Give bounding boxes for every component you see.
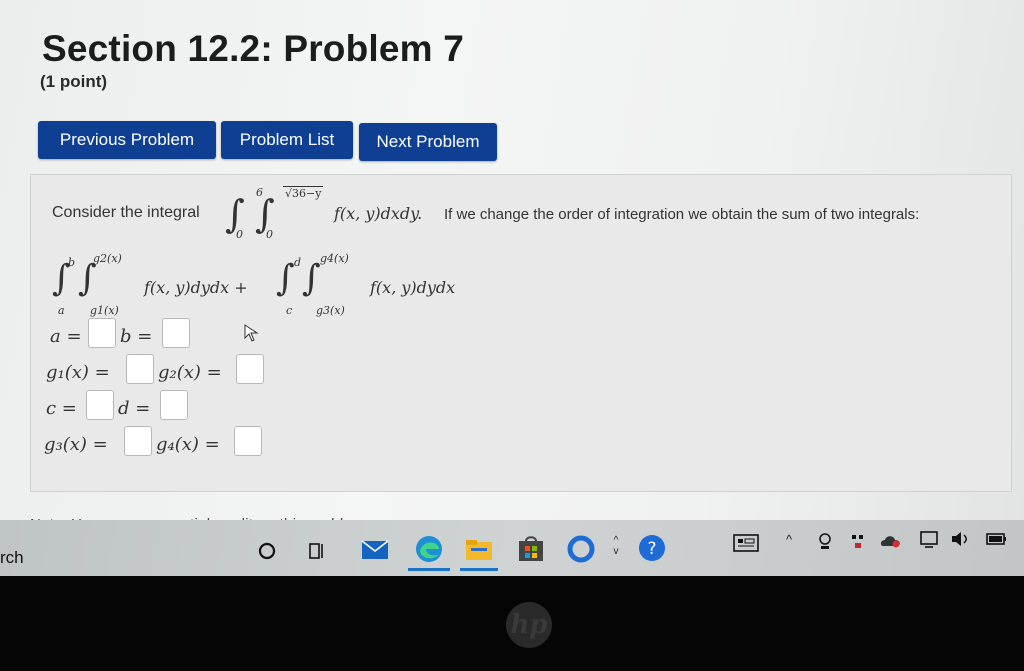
mail-icon[interactable] xyxy=(360,536,390,564)
volume-icon[interactable] xyxy=(950,528,972,550)
inner-upper-limit: √36−y xyxy=(283,186,324,200)
label-g3: g₃(x) = xyxy=(44,434,108,455)
answer-g4-input[interactable] xyxy=(234,426,262,456)
edge-active-indicator xyxy=(408,568,450,571)
problem-list-button[interactable]: Problem List xyxy=(221,121,353,159)
sum-second-inner-integral: ∫ xyxy=(302,258,321,299)
previous-problem-button[interactable]: Previous Problem xyxy=(38,121,216,159)
camera-icon[interactable] xyxy=(816,530,834,552)
screen: Section 12.2: Problem 7 (1 point) Previo… xyxy=(0,0,1024,576)
sum-second-lower: c xyxy=(286,304,293,317)
label-g1: g₁(x) = xyxy=(46,362,110,383)
chevron-up-icon[interactable]: ^ xyxy=(786,532,792,547)
label-g4: g₄(x) = xyxy=(156,434,220,455)
taskbar xyxy=(0,520,1024,576)
sum-second-inner-upper: g4(x) xyxy=(320,252,349,265)
hp-logo: hp xyxy=(506,602,552,648)
battery-icon[interactable] xyxy=(986,528,1008,550)
points-label: (1 point) xyxy=(40,72,108,91)
integrand: f(x, y)dxdy. xyxy=(334,204,423,223)
keyboard-icon[interactable] xyxy=(732,532,760,554)
file-explorer-icon[interactable] xyxy=(464,536,494,564)
sum-second-outer-integral: ∫ xyxy=(276,258,295,299)
answer-d-input[interactable] xyxy=(160,390,188,420)
outer-lower-limit: 0 xyxy=(236,228,243,241)
page-title: Section 12.2: Problem 7 xyxy=(42,28,465,69)
answer-g3-input[interactable] xyxy=(124,426,152,456)
store-icon[interactable] xyxy=(516,534,546,564)
sum-first-integrand: f(x, y)dydx + xyxy=(144,278,248,297)
search-box-text[interactable]: rch xyxy=(0,548,24,568)
label-g2: g₂(x) = xyxy=(158,362,222,383)
svg-text:?: ? xyxy=(647,539,656,559)
label-a: a = xyxy=(50,326,82,347)
edge-icon[interactable] xyxy=(412,532,446,566)
sum-first-upper: b xyxy=(68,256,76,269)
task-view-icon[interactable] xyxy=(306,540,328,562)
help-icon[interactable]: ? xyxy=(636,532,668,564)
sum-first-lower: a xyxy=(58,304,65,317)
app-scroll-chevrons-icon[interactable]: ^ v xyxy=(610,526,622,566)
explorer-active-indicator xyxy=(460,568,498,571)
label-d: d = xyxy=(118,398,151,419)
circle-app-icon[interactable] xyxy=(564,532,598,566)
label-b: b = xyxy=(120,326,153,347)
label-c: c = xyxy=(46,398,77,419)
sum-second-upper: d xyxy=(294,256,302,269)
sum-second-integrand: f(x, y)dydx xyxy=(370,278,456,297)
onedrive-icon[interactable] xyxy=(880,530,902,552)
answer-g2-input[interactable] xyxy=(236,354,264,384)
next-problem-button[interactable]: Next Problem xyxy=(359,123,497,161)
answer-b-input[interactable] xyxy=(162,318,190,348)
answer-g1-input[interactable] xyxy=(126,354,154,384)
sum-second-inner-lower: g3(x) xyxy=(316,304,345,317)
inner-lower-limit: 0 xyxy=(266,228,273,241)
prompt-end: If we change the order of integration we… xyxy=(444,206,920,223)
sum-first-inner-lower: g1(x) xyxy=(90,304,119,317)
answer-a-input[interactable] xyxy=(88,318,116,348)
mouse-cursor-icon xyxy=(244,324,260,342)
cortana-icon[interactable] xyxy=(256,540,278,562)
network-icon[interactable] xyxy=(848,530,868,552)
sum-first-inner-upper: g2(x) xyxy=(93,252,122,265)
prompt-start: Consider the integral xyxy=(52,204,200,221)
display-icon[interactable] xyxy=(918,528,940,550)
answer-c-input[interactable] xyxy=(86,390,114,420)
